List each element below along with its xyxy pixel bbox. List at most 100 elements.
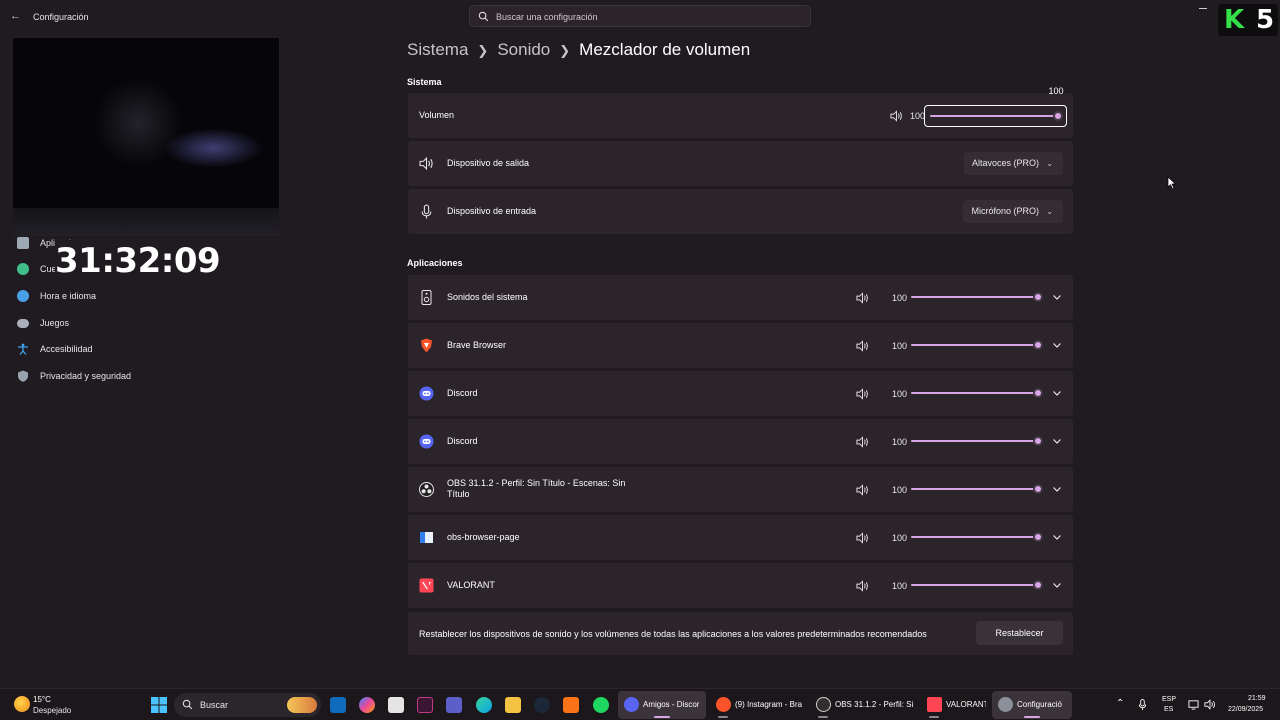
breadcrumb-item-sistema[interactable]: Sistema [407, 40, 468, 59]
app-volume-slider[interactable] [911, 579, 1043, 591]
sidebar-item-label: Privacidad y seguridad [40, 371, 132, 381]
language-code[interactable]: ESP [1162, 696, 1176, 703]
microphone-icon[interactable] [1138, 699, 1147, 711]
output-device-dropdown[interactable]: Altavoces (PRO) ⌄ [963, 152, 1063, 175]
back-button[interactable]: ← [10, 10, 22, 22]
app-volume-slider[interactable] [911, 435, 1043, 447]
taskbar-item-brave[interactable]: (9) Instagram - Bra [710, 691, 808, 719]
stream-logo: K 5 [1218, 4, 1278, 36]
chevron-down-icon[interactable] [1052, 436, 1062, 446]
master-volume-slider[interactable] [930, 110, 1063, 122]
taskbar-search[interactable]: Buscar [174, 693, 321, 717]
chevron-down-icon[interactable] [1052, 340, 1062, 350]
sidebar-item-juegos[interactable]: Juegos [14, 314, 264, 334]
chevron-down-icon[interactable] [1052, 388, 1062, 398]
taskbar-item-obs[interactable]: OBS 31.1.2 - Perfil: Sin [810, 691, 918, 719]
reset-button[interactable]: Restablecer [976, 621, 1063, 645]
taskbar-item-valorant[interactable]: VALORANT [921, 691, 987, 719]
gear-icon [998, 697, 1013, 712]
speaker-icon [419, 156, 433, 171]
copilot-icon[interactable] [359, 697, 375, 713]
app-volume-slider[interactable] [911, 483, 1043, 495]
logo-number: 5 [1256, 5, 1275, 35]
search-input[interactable] [496, 9, 796, 24]
search-icon [478, 11, 489, 22]
minimize-button[interactable] [1199, 8, 1207, 9]
speaker-icon[interactable] [856, 580, 869, 592]
slider-thumb[interactable] [1033, 580, 1043, 590]
speaker-icon[interactable] [856, 388, 869, 400]
app-volume-row: obs-browser-page 100 [408, 515, 1073, 560]
sidebar-item-privacidad[interactable]: Privacidad y seguridad [14, 367, 264, 387]
teams-icon[interactable] [446, 697, 462, 713]
input-device-dropdown[interactable]: Micrófono (PRO) ⌄ [963, 200, 1063, 223]
shield-icon [18, 370, 28, 382]
vlc-icon[interactable] [563, 697, 579, 713]
slider-thumb[interactable] [1033, 484, 1043, 494]
chevron-up-icon[interactable]: ⌃ [1116, 698, 1124, 709]
spotify-icon[interactable] [593, 697, 609, 713]
app-volume-value: 100 [892, 533, 908, 543]
master-volume-label: Volumen [419, 110, 455, 120]
app-volume-value: 100 [892, 485, 908, 495]
app-volume-row: OBS 31.1.2 - Perfil: Sin Título - Escena… [408, 467, 1073, 512]
speaker-icon[interactable] [856, 532, 869, 544]
slider-thumb[interactable] [1033, 292, 1043, 302]
app-volume-row: Discord 100 [408, 419, 1073, 464]
speaker-icon[interactable] [890, 110, 903, 122]
app-volume-slider[interactable] [911, 291, 1043, 303]
settings-search-box[interactable] [469, 5, 811, 27]
chevron-right-icon: ❯ [477, 43, 489, 58]
output-device-selected: Altavoces (PRO) [971, 158, 1039, 168]
windows-start-icon[interactable] [151, 697, 167, 713]
app-name: Discord [447, 388, 478, 398]
outlook-icon[interactable] [330, 697, 346, 713]
store-icon[interactable] [388, 697, 404, 713]
clock-time[interactable]: 21:59 [1248, 695, 1266, 702]
app-volume-row: VALORANT 100 [408, 563, 1073, 608]
steam-icon[interactable] [534, 697, 550, 713]
taskbar-item-configuracion[interactable]: Configuració [992, 691, 1072, 719]
slider-fill [911, 584, 1038, 586]
chevron-down-icon[interactable] [1052, 532, 1062, 542]
app-launcher-icon[interactable] [417, 697, 433, 713]
slider-thumb[interactable] [1033, 436, 1043, 446]
slider-thumb[interactable] [1033, 532, 1043, 542]
app-volume-slider[interactable] [911, 387, 1043, 399]
app-volume-row: Brave Browser 100 [408, 323, 1073, 368]
slider-thumb[interactable] [1053, 111, 1063, 121]
breadcrumb-item-sonido[interactable]: Sonido [497, 40, 550, 59]
volume-icon[interactable] [1204, 699, 1216, 710]
speaker-icon[interactable] [856, 436, 869, 448]
speaker-icon[interactable] [856, 484, 869, 496]
sidebar-item-hora-idioma[interactable]: Hora e idioma [14, 287, 264, 307]
weather-temperature[interactable]: 15°C [33, 695, 51, 704]
slider-thumb[interactable] [1033, 340, 1043, 350]
network-icon[interactable] [1188, 699, 1199, 710]
weather-description[interactable]: Despejado [33, 706, 71, 715]
app-volume-slider[interactable] [911, 339, 1043, 351]
slider-thumb[interactable] [1033, 388, 1043, 398]
accounts-icon [17, 263, 29, 275]
sidebar-item-label: Accesibilidad [40, 344, 93, 354]
sidebar-item-accesibilidad[interactable]: Accesibilidad [14, 340, 264, 360]
chevron-down-icon[interactable] [1052, 484, 1062, 494]
speaker-icon[interactable] [856, 292, 869, 304]
weather-sun-icon[interactable] [14, 696, 30, 712]
chevron-down-icon[interactable] [1052, 292, 1062, 302]
slider-fill [911, 392, 1038, 394]
app-name: Sonidos del sistema [447, 292, 528, 302]
speaker-icon[interactable] [856, 340, 869, 352]
output-device-label: Dispositivo de salida [447, 158, 530, 168]
clock-date[interactable]: 22/09/2025 [1228, 706, 1263, 713]
discord-icon [419, 434, 434, 449]
file-explorer-icon[interactable] [505, 697, 521, 713]
webcam-keyboard-glow [163, 128, 263, 168]
discord-icon [624, 697, 639, 712]
app-volume-slider[interactable] [911, 531, 1043, 543]
slider-fill [911, 344, 1038, 346]
taskbar-item-discord[interactable]: Amigos - Discor [618, 691, 706, 719]
keyboard-layout[interactable]: ES [1164, 706, 1173, 713]
edge-icon[interactable] [476, 697, 492, 713]
chevron-down-icon[interactable] [1052, 580, 1062, 590]
